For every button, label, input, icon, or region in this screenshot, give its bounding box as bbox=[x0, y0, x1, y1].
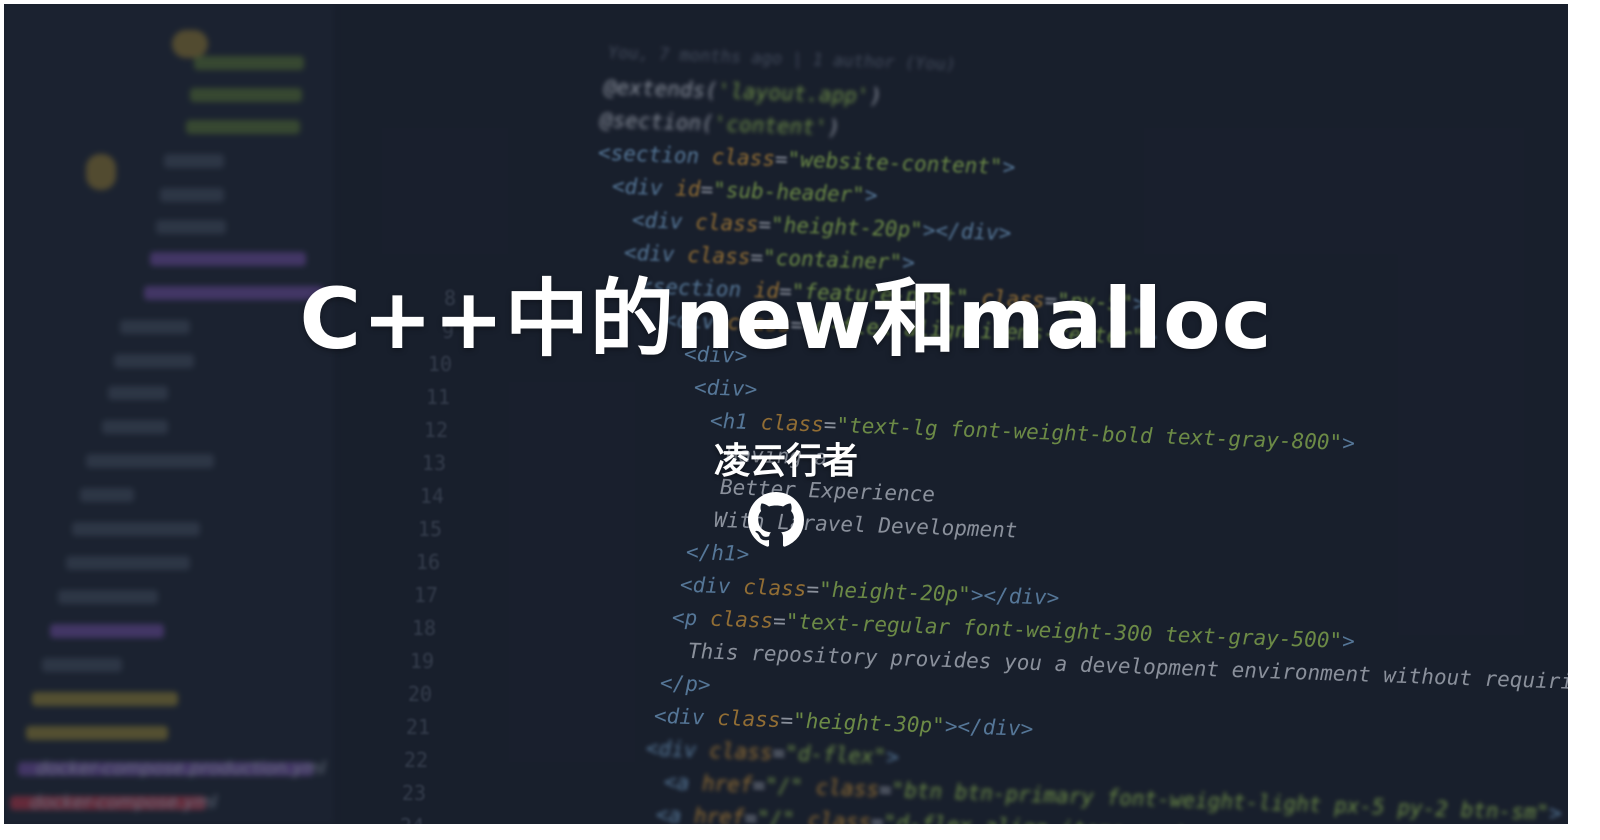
hero-banner: docker-compose.production.yml docker-comp… bbox=[4, 4, 1568, 824]
dark-overlay bbox=[4, 4, 1568, 824]
github-link[interactable] bbox=[748, 492, 804, 548]
page-title: C++中的new和malloc bbox=[299, 270, 1273, 368]
author-name: 凌云行者 bbox=[713, 441, 858, 482]
code-editor-background: docker-compose.production.yml docker-comp… bbox=[4, 4, 1568, 824]
github-icon bbox=[748, 492, 804, 547]
